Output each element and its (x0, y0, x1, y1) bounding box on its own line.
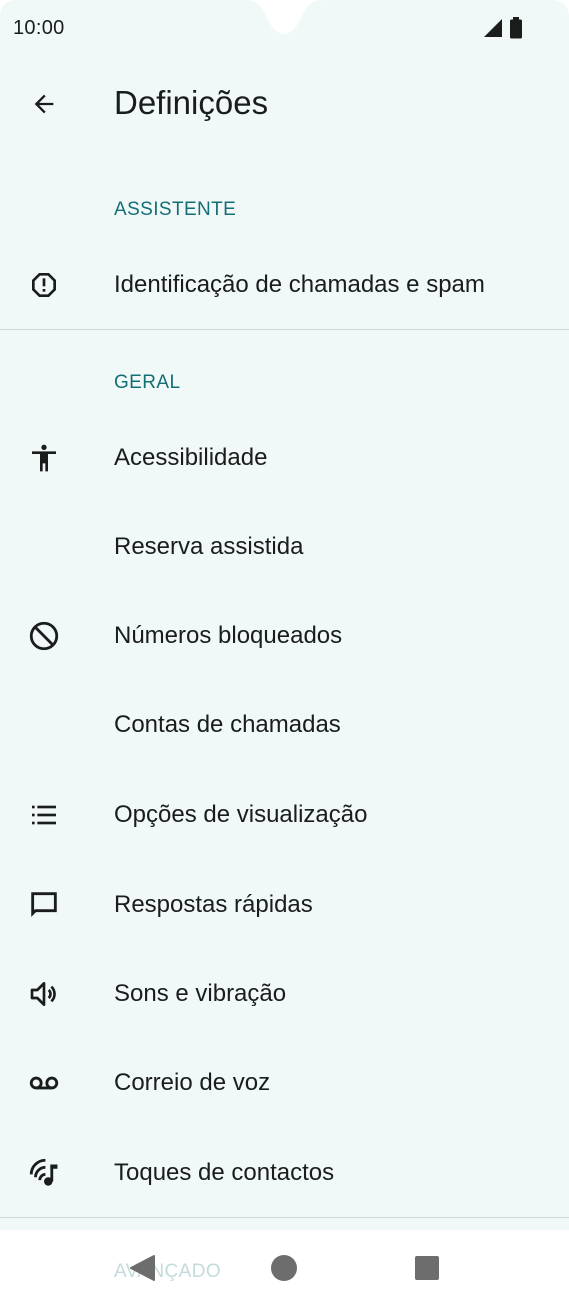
message-icon (24, 885, 64, 925)
settings-screen: 10:00 Definições ASSISTENTE Identificaçã… (0, 0, 569, 1306)
nav-recents-icon (415, 1256, 439, 1280)
section-divider (0, 1217, 569, 1218)
settings-item-quick-responses[interactable]: Respostas rápidas (0, 860, 569, 949)
settings-item-blocked-numbers[interactable]: Números bloqueados (0, 591, 569, 680)
settings-item-label: Números bloqueados (114, 621, 343, 649)
settings-item-label: Reserva assistida (114, 532, 304, 560)
accessibility-icon (24, 438, 64, 478)
settings-item-label: Acessibilidade (114, 443, 268, 471)
voicemail-icon (24, 1063, 64, 1103)
battery-icon (510, 17, 522, 39)
settings-item-label: Toques de contactos (114, 1158, 335, 1186)
settings-item-label: Correio de voz (114, 1068, 271, 1096)
settings-item-label: Identificação de chamadas e spam (114, 270, 485, 298)
nav-back-button[interactable] (120, 1246, 164, 1290)
section-divider (0, 329, 569, 330)
settings-item-assisted-dialing[interactable]: Reserva assistida (0, 502, 569, 591)
back-button[interactable] (20, 80, 68, 128)
page-title: Definições (114, 84, 269, 121)
app-bar: Definições (0, 58, 569, 154)
nav-home-icon (271, 1255, 297, 1281)
settings-item-voicemail[interactable]: Correio de voz (0, 1038, 569, 1127)
settings-item-accessibility[interactable]: Acessibilidade (0, 413, 569, 502)
settings-item-contact-ringtones[interactable]: Toques de contactos (0, 1128, 569, 1217)
settings-item-label: Contas de chamadas (114, 710, 341, 738)
status-icons (483, 17, 529, 39)
status-time: 10:00 (13, 17, 65, 39)
status-bar: 10:00 (0, 0, 569, 58)
signal-icon (484, 19, 502, 37)
section-header-assistant: ASSISTENTE (114, 199, 237, 220)
block-icon (24, 616, 64, 656)
ringtone-icon (24, 1153, 64, 1193)
settings-item-label: Opções de visualização (114, 800, 368, 828)
settings-item-display-options[interactable]: Opções de visualização (0, 770, 569, 859)
volume-icon (24, 974, 64, 1014)
settings-item-caller-id-spam[interactable]: Identificação de chamadas e spam (0, 240, 569, 329)
nav-home-button[interactable] (262, 1246, 306, 1290)
arrow-back-icon (34, 94, 54, 114)
list-icon (24, 795, 64, 835)
nav-recents-button[interactable] (405, 1246, 449, 1290)
settings-item-sounds-vibration[interactable]: Sons e vibração (0, 949, 569, 1038)
settings-item-calling-accounts[interactable]: Contas de chamadas (0, 680, 569, 769)
settings-item-label: Sons e vibração (114, 979, 287, 1007)
section-header-general: GERAL (114, 372, 181, 393)
nav-back-icon (130, 1255, 155, 1281)
alert-octagon-icon (24, 265, 64, 305)
settings-item-label: Respostas rápidas (114, 890, 313, 918)
